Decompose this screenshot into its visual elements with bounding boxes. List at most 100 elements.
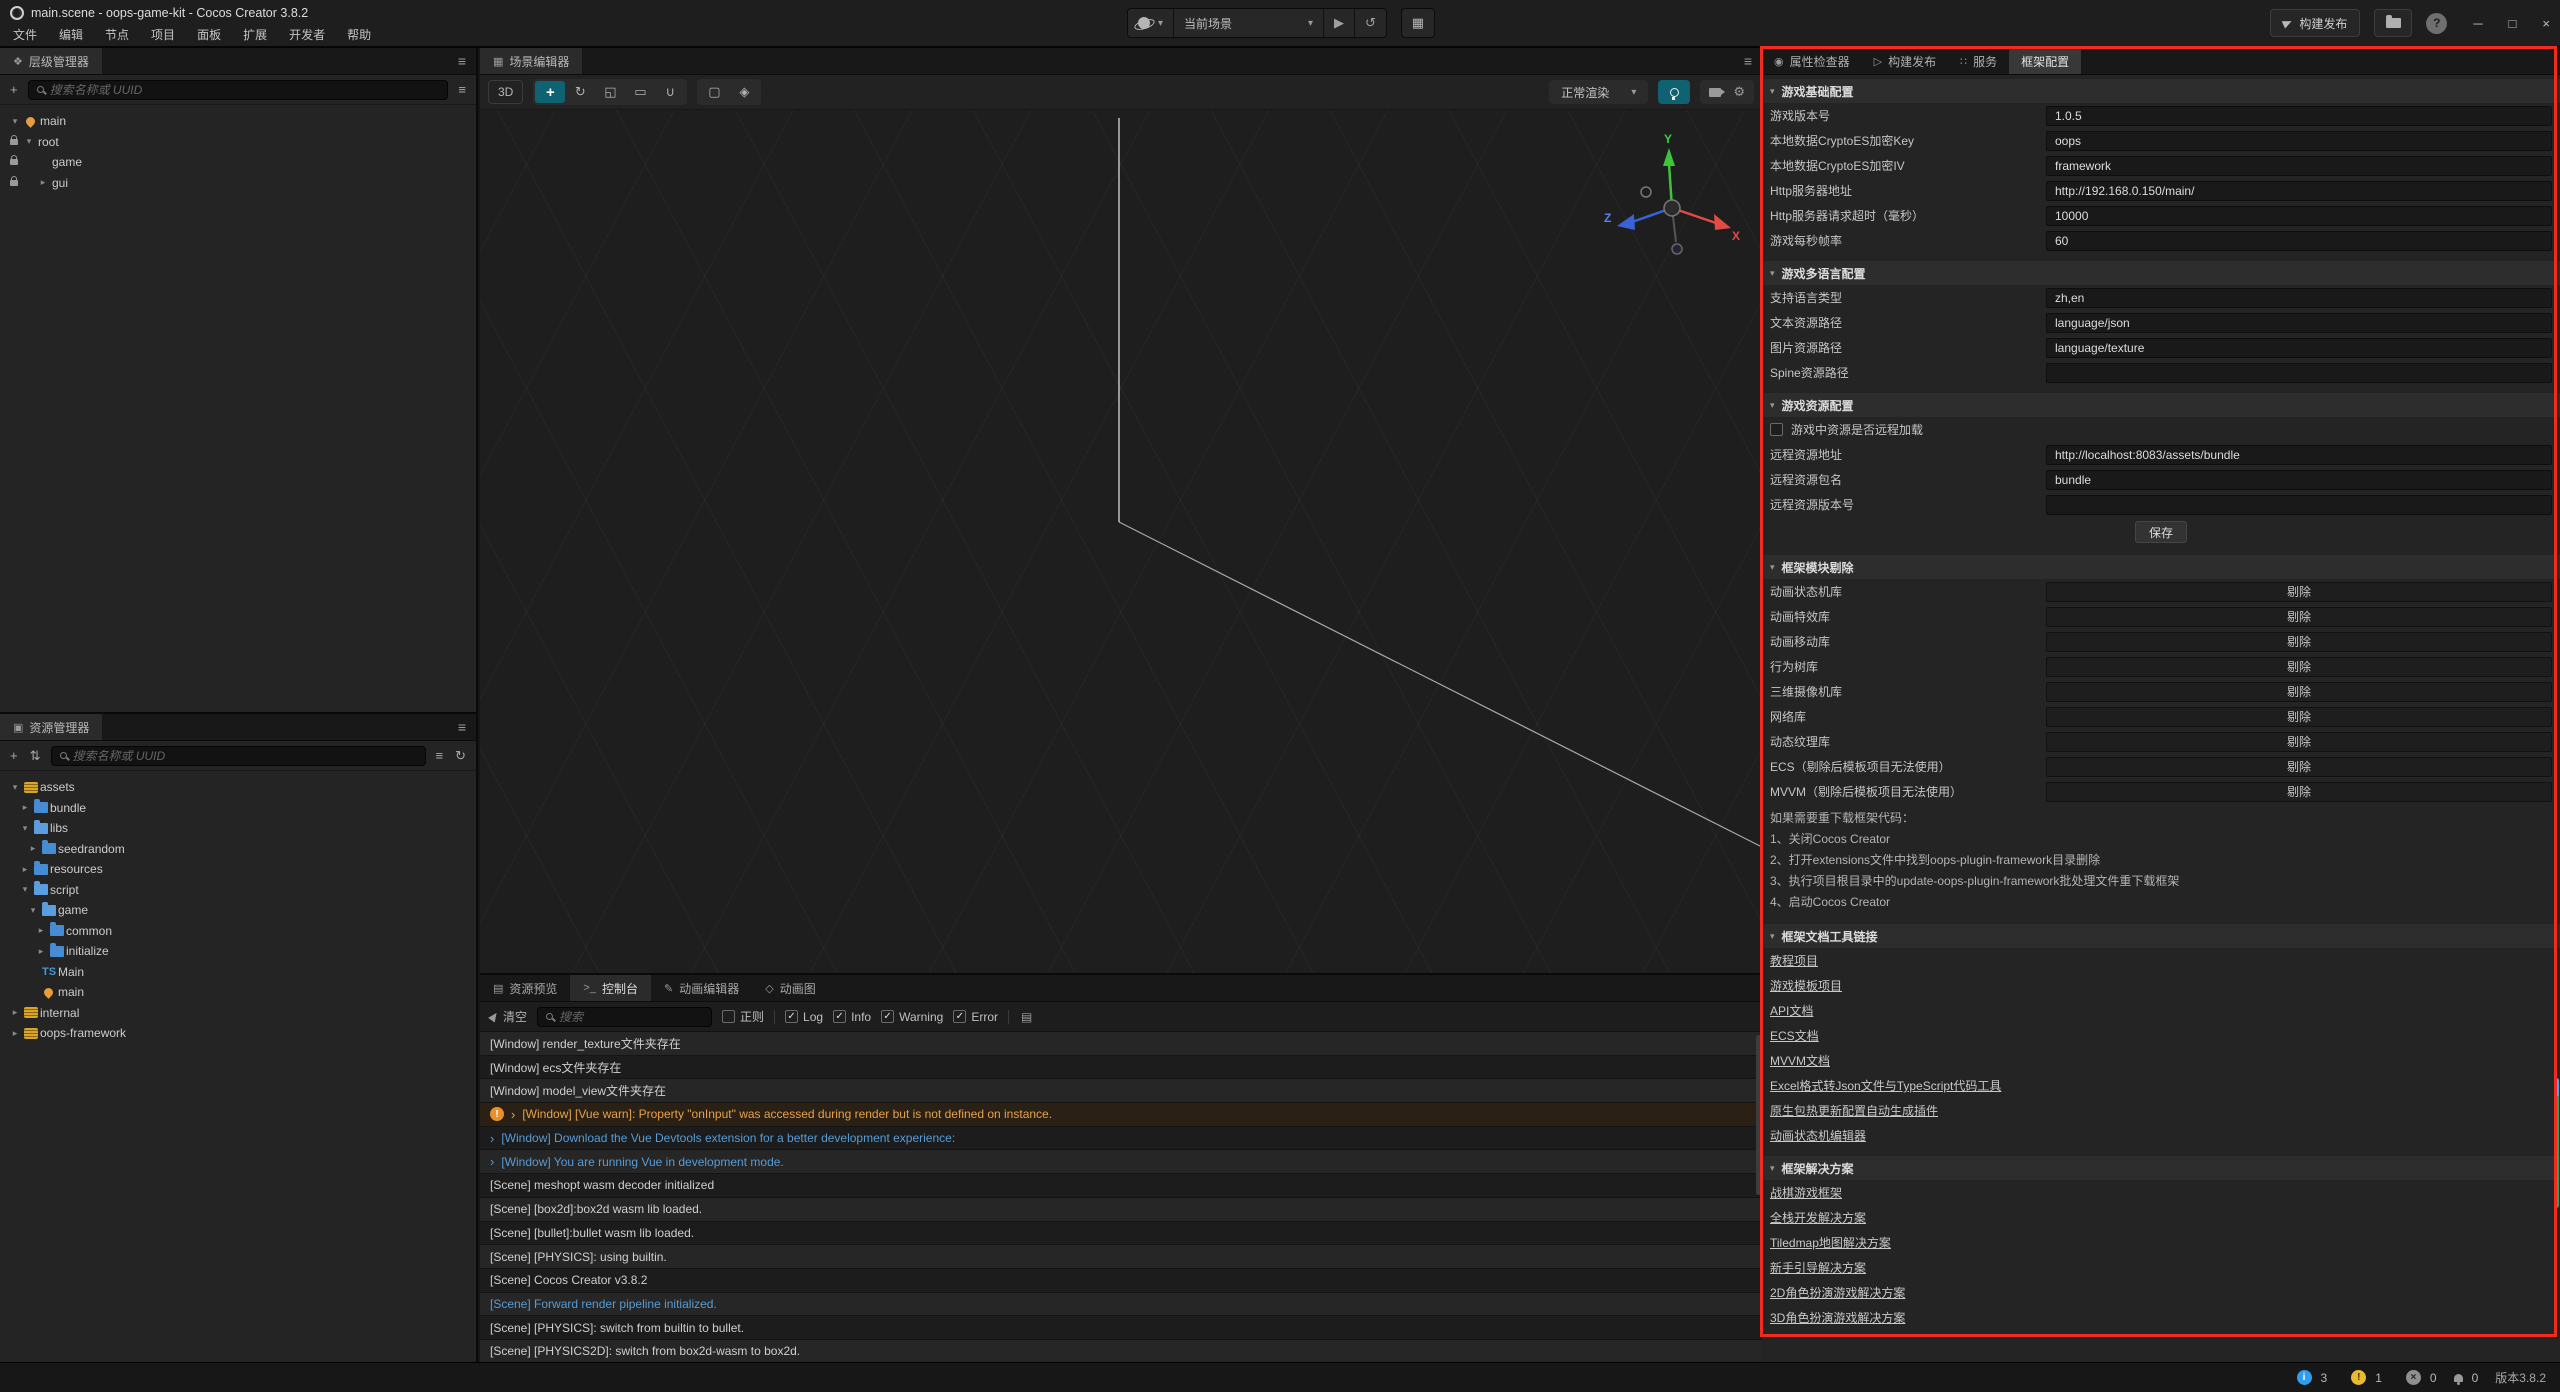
- chevron-icon[interactable]: ▸: [26, 843, 40, 854]
- field-input[interactable]: [2046, 156, 2552, 176]
- menu-item[interactable]: 帮助: [336, 24, 382, 46]
- menu-item[interactable]: 节点: [94, 24, 140, 46]
- tree-row-root[interactable]: ▾ root: [0, 132, 476, 153]
- chevron-icon[interactable]: ▸: [34, 946, 48, 957]
- asset-tree-row[interactable]: ▸ resources: [0, 859, 476, 880]
- error-count-icon[interactable]: ×: [2406, 1370, 2421, 1385]
- menu-item[interactable]: 面板: [186, 24, 232, 46]
- doc-link[interactable]: ECS文档: [1770, 1027, 1819, 1044]
- menu-item[interactable]: 项目: [140, 24, 186, 46]
- expand-icon[interactable]: ›: [511, 1107, 515, 1122]
- log-row[interactable]: [Scene] [bullet]:bullet wasm lib loaded.: [480, 1222, 1762, 1246]
- asset-tree-row[interactable]: ▸ common: [0, 921, 476, 942]
- expand-icon[interactable]: ›: [490, 1131, 494, 1146]
- camera-icon[interactable]: [1709, 88, 1721, 97]
- preview-qr-button[interactable]: ▦: [1401, 8, 1435, 38]
- field-input[interactable]: [2046, 445, 2552, 465]
- log-row[interactable]: › [Window] You are running Vue in develo…: [480, 1150, 1762, 1174]
- chevron-icon[interactable]: ▸: [18, 864, 32, 875]
- remove-module-button[interactable]: 剔除: [2046, 757, 2552, 777]
- sort-icon[interactable]: ⇅: [28, 748, 43, 764]
- tab-hierarchy[interactable]: ❖ 层级管理器: [0, 48, 102, 74]
- lighting-toggle-button[interactable]: [1658, 80, 1690, 104]
- menu-item[interactable]: 文件: [2, 24, 48, 46]
- asset-tree-row[interactable]: ▸ bundle: [0, 798, 476, 819]
- tree-row-main[interactable]: ▾ main: [0, 111, 476, 132]
- menu-item[interactable]: 开发者: [278, 24, 336, 46]
- chevron-icon[interactable]: ▸: [18, 802, 32, 813]
- log-row[interactable]: [Scene] Cocos Creator v3.8.2: [480, 1269, 1762, 1293]
- remove-module-button[interactable]: 剔除: [2046, 682, 2552, 702]
- toggle-2d3d-button[interactable]: 3D: [488, 80, 523, 104]
- chevron-icon[interactable]: ▾: [26, 905, 40, 916]
- asset-tree-row[interactable]: ▾ libs: [0, 818, 476, 839]
- rect-tool-button[interactable]: ▭: [625, 81, 655, 103]
- render-mode-select[interactable]: 正常渲染 ▾: [1549, 80, 1648, 104]
- chevron-icon[interactable]: ▾: [8, 782, 22, 793]
- field-input[interactable]: [2046, 338, 2552, 358]
- field-input[interactable]: [2046, 231, 2552, 251]
- console-tab[interactable]: ▤ 资源预览: [480, 975, 570, 1001]
- inspector-tab[interactable]: 框架配置: [2009, 48, 2081, 74]
- lock-icon[interactable]: [10, 139, 18, 145]
- collapse-all-icon[interactable]: ≡: [456, 82, 468, 97]
- inspector-scrollbar[interactable]: [2554, 1078, 2559, 1208]
- hierarchy-search-input[interactable]: [50, 83, 440, 97]
- section-header-basic[interactable]: ▾ 游戏基础配置: [1762, 79, 2560, 103]
- asset-tree-row[interactable]: ▸ seedrandom: [0, 839, 476, 860]
- solution-link[interactable]: 3D角色扮演游戏解决方案: [1770, 1309, 1905, 1326]
- chevron-icon[interactable]: ▾: [18, 823, 32, 834]
- inspector-tab[interactable]: ▷ 构建发布: [1862, 48, 1948, 74]
- info-count-icon[interactable]: i: [2297, 1370, 2312, 1385]
- remove-module-button[interactable]: 剔除: [2046, 607, 2552, 627]
- section-header-solutions[interactable]: ▾ 框架解决方案: [1762, 1156, 2560, 1180]
- view-gizmo[interactable]: Y X Z: [1602, 130, 1742, 260]
- field-input[interactable]: [2046, 131, 2552, 151]
- filter-icon[interactable]: ≡: [434, 748, 446, 763]
- assets-search[interactable]: [51, 746, 426, 766]
- lock-icon[interactable]: [10, 159, 18, 165]
- field-input[interactable]: [2046, 495, 2552, 515]
- filter-error-checkbox[interactable]: ✓ Error: [953, 1010, 998, 1024]
- regex-checkbox[interactable]: 正则: [722, 1008, 764, 1025]
- log-row[interactable]: [Window] ecs文件夹存在: [480, 1056, 1762, 1080]
- console-scrollbar[interactable]: [1756, 1035, 1761, 1195]
- assets-search-input[interactable]: [73, 749, 417, 763]
- doc-link[interactable]: 教程项目: [1770, 952, 1818, 969]
- rotate-tool-button[interactable]: ↻: [565, 81, 595, 103]
- inspector-tab[interactable]: ◉ 属性检查器: [1762, 48, 1862, 74]
- log-row[interactable]: ! › [Window] [Vue warn]: Property "onInp…: [480, 1103, 1762, 1127]
- tree-row-gui[interactable]: ▸ gui: [0, 173, 476, 194]
- log-row[interactable]: [Scene] [box2d]:box2d wasm lib loaded.: [480, 1198, 1762, 1222]
- log-row[interactable]: [Scene] [PHYSICS]: switch from builtin t…: [480, 1316, 1762, 1340]
- chevron-icon[interactable]: ▸: [34, 925, 48, 936]
- remove-module-button[interactable]: 剔除: [2046, 632, 2552, 652]
- log-row[interactable]: › [Window] Download the Vue Devtools ext…: [480, 1127, 1762, 1151]
- remote-load-checkbox[interactable]: [1770, 423, 1783, 436]
- gear-icon[interactable]: ⚙: [1733, 84, 1745, 100]
- chevron-icon[interactable]: ▾: [8, 116, 22, 127]
- chevron-icon[interactable]: ▸: [8, 1007, 22, 1018]
- restart-button[interactable]: ↺: [1355, 9, 1386, 37]
- play-button[interactable]: ▶: [1324, 9, 1355, 37]
- solution-link[interactable]: Tiledmap地图解决方案: [1770, 1234, 1891, 1251]
- asset-tree-row[interactable]: ▸ initialize: [0, 941, 476, 962]
- tree-row-game[interactable]: game: [0, 152, 476, 173]
- refresh-icon[interactable]: ↻: [453, 748, 468, 764]
- menu-item[interactable]: 扩展: [232, 24, 278, 46]
- filter-log-checkbox[interactable]: ✓ Log: [785, 1010, 823, 1024]
- log-row[interactable]: [Scene] [PHYSICS]: using builtin.: [480, 1245, 1762, 1269]
- field-input[interactable]: [2046, 313, 2552, 333]
- minimize-button[interactable]: ─: [2473, 16, 2482, 31]
- console-tab[interactable]: >_ 控制台: [570, 975, 651, 1001]
- solution-link[interactable]: 全栈开发解决方案: [1770, 1209, 1866, 1226]
- menu-item[interactable]: 编辑: [48, 24, 94, 46]
- doc-link[interactable]: 游戏模板项目: [1770, 977, 1842, 994]
- doc-link[interactable]: 原生包热更新配置自动生成插件: [1770, 1102, 1938, 1119]
- field-input[interactable]: [2046, 470, 2552, 490]
- console-search-input[interactable]: [559, 1010, 703, 1024]
- create-asset-button[interactable]: +: [8, 748, 20, 763]
- field-input[interactable]: [2046, 288, 2552, 308]
- scene-viewport[interactable]: Y X Z: [480, 110, 1762, 973]
- asset-tree-row[interactable]: ▾ game: [0, 900, 476, 921]
